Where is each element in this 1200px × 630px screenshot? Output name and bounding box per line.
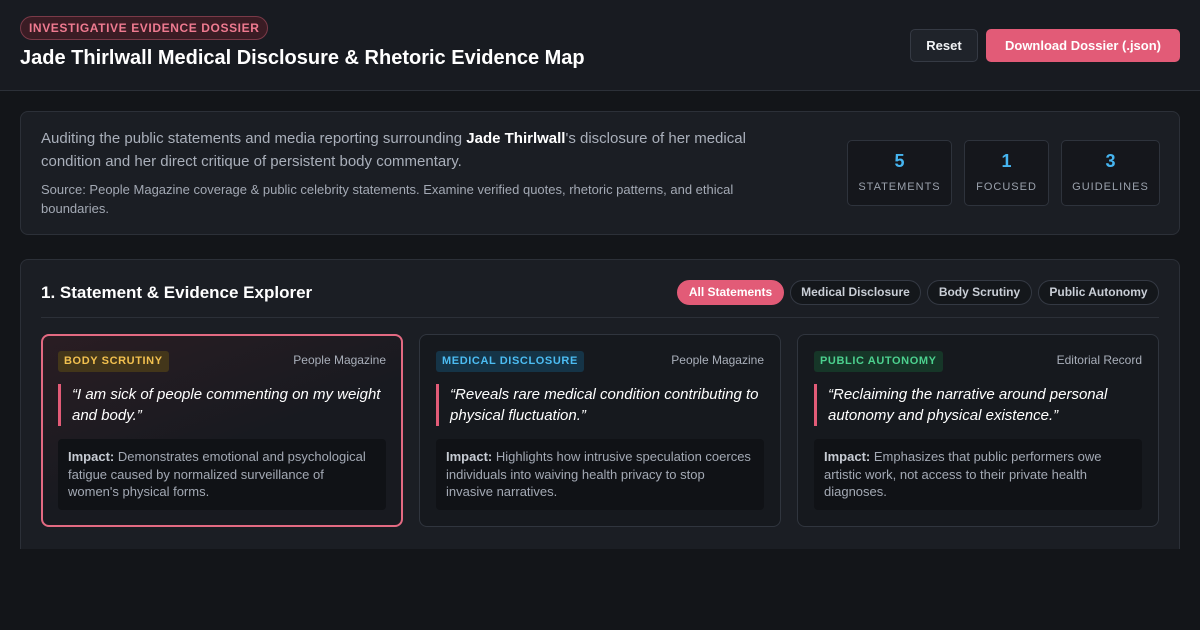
page-title: Jade Thirlwall Medical Disclosure & Rhet… bbox=[20, 47, 585, 69]
stat-value: 1 bbox=[1001, 151, 1012, 171]
card-source: People Magazine bbox=[671, 353, 764, 367]
filter-public-autonomy[interactable]: Public Autonomy bbox=[1038, 280, 1159, 305]
stat-value: 5 bbox=[894, 151, 905, 171]
card-source: People Magazine bbox=[293, 353, 386, 367]
statement-explorer: 1. Statement & Evidence Explorer All Sta… bbox=[20, 259, 1180, 549]
card-impact: Impact: Demonstrates emotional and psych… bbox=[58, 439, 386, 510]
category-tag: PUBLIC AUTONOMY bbox=[814, 351, 943, 372]
intro-text-before: Auditing the public statements and media… bbox=[41, 130, 467, 147]
dossier-badge: INVESTIGATIVE EVIDENCE DOSSIER bbox=[20, 16, 269, 40]
intro-panel: Auditing the public statements and media… bbox=[20, 111, 1180, 235]
reset-button[interactable]: Reset bbox=[910, 29, 978, 62]
section-divider bbox=[41, 317, 1159, 318]
statement-card-medical-disclosure[interactable]: MEDICAL DISCLOSURE People Magazine “Reve… bbox=[419, 334, 781, 527]
card-quote: “Reclaiming the narrative around persona… bbox=[814, 384, 1142, 426]
card-source: Editorial Record bbox=[1056, 353, 1142, 367]
impact-text: Highlights how intrusive speculation coe… bbox=[446, 449, 751, 499]
filter-all-statements[interactable]: All Statements bbox=[677, 280, 784, 305]
stat-label: STATEMENTS bbox=[858, 181, 941, 193]
card-quote: “Reveals rare medical condition contribu… bbox=[436, 384, 764, 426]
stat-label: FOCUSED bbox=[976, 181, 1037, 193]
stat-statements: 5 STATEMENTS bbox=[847, 140, 952, 206]
impact-label: Impact: bbox=[68, 449, 115, 464]
stat-guidelines: 3 GUIDELINES bbox=[1061, 140, 1160, 206]
page-header: INVESTIGATIVE EVIDENCE DOSSIER Jade Thir… bbox=[0, 0, 1200, 91]
stat-label: GUIDELINES bbox=[1072, 181, 1149, 193]
card-impact: Impact: Highlights how intrusive specula… bbox=[436, 439, 764, 510]
intro-subject: Jade Thirlwall bbox=[466, 130, 566, 147]
statement-card-public-autonomy[interactable]: PUBLIC AUTONOMY Editorial Record “Reclai… bbox=[797, 334, 1159, 527]
statement-card-body-scrutiny[interactable]: BODY SCRUTINY People Magazine “I am sick… bbox=[41, 334, 403, 527]
section-title: 1. Statement & Evidence Explorer bbox=[41, 283, 313, 302]
intro-description: Auditing the public statements and media… bbox=[41, 127, 781, 173]
impact-label: Impact: bbox=[446, 449, 493, 464]
category-tag: BODY SCRUTINY bbox=[58, 351, 169, 372]
impact-label: Impact: bbox=[824, 449, 871, 464]
stat-value: 3 bbox=[1105, 151, 1116, 171]
stat-focused: 1 FOCUSED bbox=[964, 140, 1049, 206]
card-quote: “I am sick of people commenting on my we… bbox=[58, 384, 386, 426]
filter-body-scrutiny[interactable]: Body Scrutiny bbox=[927, 280, 1032, 305]
filter-medical-disclosure[interactable]: Medical Disclosure bbox=[790, 280, 921, 305]
download-dossier-button[interactable]: Download Dossier (.json) bbox=[986, 29, 1180, 62]
intro-source-note: Source: People Magazine coverage & publi… bbox=[41, 182, 734, 216]
card-impact: Impact: Emphasizes that public performer… bbox=[814, 439, 1142, 510]
category-tag: MEDICAL DISCLOSURE bbox=[436, 351, 584, 372]
